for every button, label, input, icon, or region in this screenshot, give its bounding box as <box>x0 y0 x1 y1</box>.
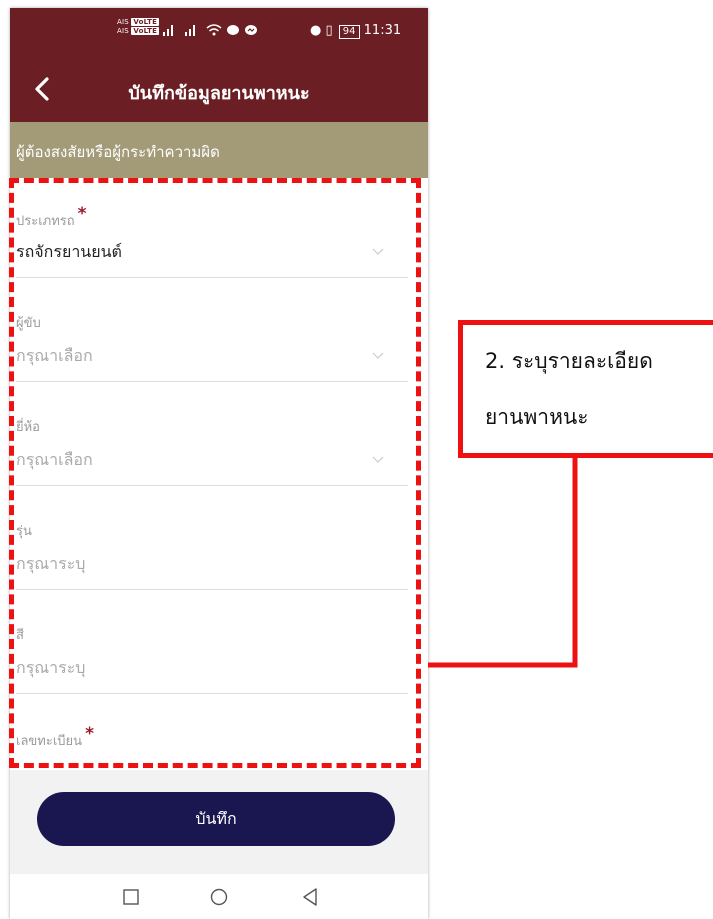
field-value: รถจักรยานยนต์ <box>16 242 122 261</box>
vibrate-icon: ▯ <box>325 23 333 38</box>
chevron-down-icon <box>372 352 384 359</box>
messenger-icon <box>245 25 257 35</box>
field-label: ผู้ขับ <box>16 316 41 331</box>
triangle-back-icon[interactable] <box>296 883 324 911</box>
vehicle-type-select[interactable]: ประเภทรถ * รถจักรยานยนต์ <box>10 178 428 282</box>
field-placeholder: กรุณาระบุ <box>16 554 86 573</box>
annotation-line1: 2. ระบุรายละเอียด <box>485 349 653 373</box>
required-marker: * <box>77 204 87 224</box>
circle-icon[interactable] <box>205 883 233 911</box>
divider <box>16 589 408 590</box>
status-right: ● ▯ 94 11:31 <box>310 23 401 39</box>
divider <box>16 693 408 694</box>
driver-select[interactable]: ผู้ขับ กรุณาเลือก <box>10 282 428 386</box>
save-button[interactable]: บันทึก <box>37 792 395 846</box>
model-input[interactable]: รุ่น กรุณาระบุ <box>10 490 428 594</box>
chat-bubble-icon <box>227 25 239 35</box>
save-area: บันทึก <box>10 770 428 874</box>
clock-time: 11:31 <box>363 23 402 38</box>
battery-icon: 94 <box>338 25 360 39</box>
chevron-down-icon <box>372 456 384 463</box>
field-label: เลขทะเบียน * <box>16 724 94 749</box>
divider <box>16 381 408 382</box>
square-icon[interactable] <box>117 883 145 911</box>
field-label: ยี่ห้อ <box>16 420 40 435</box>
color-input[interactable]: สี กรุณาระบุ <box>10 594 428 698</box>
phone-screen: AIS VoLTE AIS VoLTE ● ▯ 94 11:31 บันทึกข… <box>10 8 428 919</box>
location-icon: ● <box>310 23 322 38</box>
status-bar: AIS VoLTE AIS VoLTE ● ▯ 94 11:31 <box>10 8 428 56</box>
section-title: ผู้ต้องสงสัยหรือผู้กระทำความผิด <box>16 143 220 161</box>
plate-input[interactable]: เลขทะเบียน * <box>10 698 428 770</box>
nav-bar <box>10 874 428 919</box>
brand-select[interactable]: ยี่ห้อ กรุณาเลือก <box>10 386 428 490</box>
sim2-label: AIS <box>117 27 129 35</box>
field-label: สี <box>16 628 24 643</box>
sim-indicator: AIS VoLTE AIS VoLTE <box>117 18 160 36</box>
field-placeholder: กรุณาเลือก <box>16 346 93 365</box>
required-marker: * <box>85 724 94 744</box>
field-label: รุ่น <box>16 524 32 539</box>
vehicle-form: ประเภทรถ * รถจักรยานยนต์ ผู้ขับ กรุณาเลือ… <box>10 178 428 770</box>
field-placeholder: กรุณาเลือก <box>16 450 93 469</box>
sim1-label: AIS <box>117 18 129 26</box>
signal-icon <box>163 25 173 36</box>
wifi-icon <box>206 24 222 36</box>
signal-icon <box>185 25 195 36</box>
annotation-line2: ยานพาหนะ <box>485 405 589 429</box>
divider <box>16 485 408 486</box>
annotation-callout: 2. ระบุรายละเอียด ยานพาหนะ <box>458 320 713 458</box>
app-bar: บันทึกข้อมูลยานพาหนะ <box>10 56 428 122</box>
volte-badge: VoLTE <box>131 27 160 35</box>
divider <box>16 277 408 278</box>
field-placeholder: กรุณาระบุ <box>16 658 86 677</box>
chevron-down-icon <box>372 248 384 255</box>
page-title: บันทึกข้อมูลยานพาหนะ <box>128 83 310 104</box>
section-header: ผู้ต้องสงสัยหรือผู้กระทำความผิด <box>10 122 428 178</box>
volte-badge: VoLTE <box>131 18 160 26</box>
field-label: ประเภทรถ * <box>16 204 87 229</box>
annotation-connector <box>428 458 578 668</box>
